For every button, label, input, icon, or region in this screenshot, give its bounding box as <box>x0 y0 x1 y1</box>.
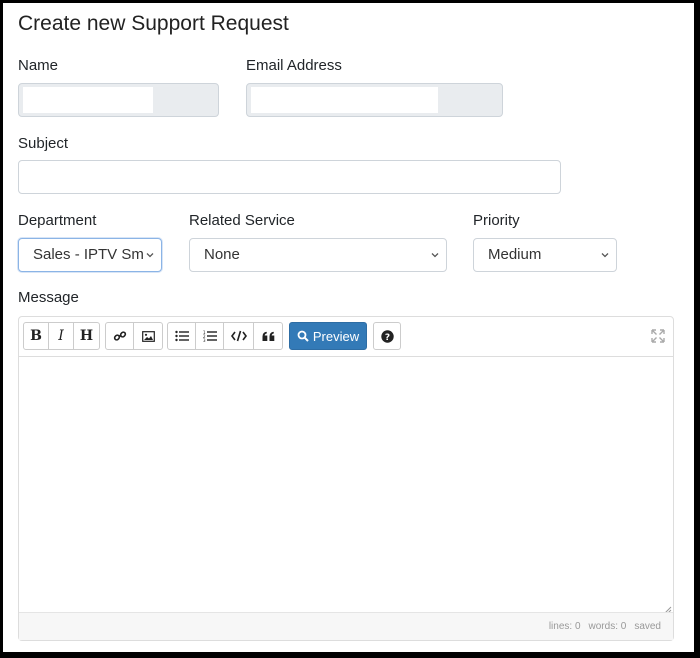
markdown-editor: B I H 1 2 3 Preview ? lines: 0 words: 0 … <box>18 316 674 641</box>
related-service-selected-value: None <box>204 246 240 263</box>
italic-icon: I <box>58 328 64 344</box>
name-field-value <box>23 87 153 113</box>
chevron-down-icon <box>146 253 154 258</box>
svg-text:3: 3 <box>203 338 206 342</box>
ordered-list-button[interactable]: 1 2 3 <box>196 323 224 349</box>
ordered-list-icon: 1 2 3 <box>203 330 217 342</box>
name-label: Name <box>18 57 59 74</box>
fullscreen-icon <box>651 329 665 343</box>
lines-count: lines: 0 <box>548 621 581 632</box>
unordered-list-button[interactable] <box>168 323 196 349</box>
quote-button[interactable] <box>254 323 282 349</box>
page-title: Create new Support Request <box>18 12 289 35</box>
message-textarea[interactable] <box>19 357 673 612</box>
autosave-status: saved <box>634 621 661 632</box>
chevron-down-icon <box>601 253 609 258</box>
heading-icon: H <box>79 328 94 344</box>
help-button[interactable]: ? <box>374 323 400 349</box>
subject-input[interactable] <box>18 160 561 194</box>
department-label: Department <box>18 212 97 229</box>
fullscreen-button[interactable] <box>651 329 665 343</box>
email-label: Email Address <box>246 57 342 74</box>
support-request-form: Create new Support Request Name Email Ad… <box>3 3 694 652</box>
code-icon <box>230 330 247 342</box>
help-button-group: ? <box>373 322 401 350</box>
priority-label: Priority <box>473 212 520 229</box>
bold-icon: B <box>30 328 42 344</box>
subject-label: Subject <box>18 135 69 152</box>
link-icon <box>113 331 126 341</box>
department-select[interactable]: Sales - IPTV Sm <box>18 238 162 272</box>
image-button[interactable] <box>134 323 162 349</box>
related-service-label: Related Service <box>189 212 295 229</box>
priority-selected-value: Medium <box>488 246 542 263</box>
svg-text:?: ? <box>384 333 389 343</box>
editor-toolbar: B I H 1 2 3 Preview ? <box>19 317 673 357</box>
preview-button-label: Preview <box>312 328 360 344</box>
quote-icon <box>262 331 274 341</box>
block-button-group: 1 2 3 <box>167 322 283 350</box>
search-icon <box>297 330 309 342</box>
italic-button[interactable]: I <box>49 323 74 349</box>
email-field-value <box>251 87 438 113</box>
unordered-list-icon <box>174 330 189 342</box>
chevron-down-icon <box>431 253 439 258</box>
code-button[interactable] <box>224 323 254 349</box>
help-icon: ? <box>380 329 394 343</box>
preview-button[interactable]: Preview <box>289 322 367 350</box>
name-field[interactable] <box>18 83 219 117</box>
format-button-group: B I H <box>23 322 100 350</box>
bold-button[interactable]: B <box>24 323 49 349</box>
insert-button-group <box>105 322 163 350</box>
link-button[interactable] <box>106 323 134 349</box>
resize-handle[interactable] <box>663 601 672 614</box>
department-selected-value: Sales - IPTV Sm <box>33 246 144 263</box>
priority-select[interactable]: Medium <box>473 238 617 272</box>
email-field[interactable] <box>246 83 503 117</box>
words-count: words: 0 <box>588 621 627 632</box>
editor-statusbar: lines: 0 words: 0 saved <box>19 612 673 640</box>
image-icon <box>141 330 155 342</box>
related-service-select[interactable]: None <box>189 238 447 272</box>
message-label: Message <box>18 289 79 306</box>
heading-button[interactable]: H <box>74 323 99 349</box>
